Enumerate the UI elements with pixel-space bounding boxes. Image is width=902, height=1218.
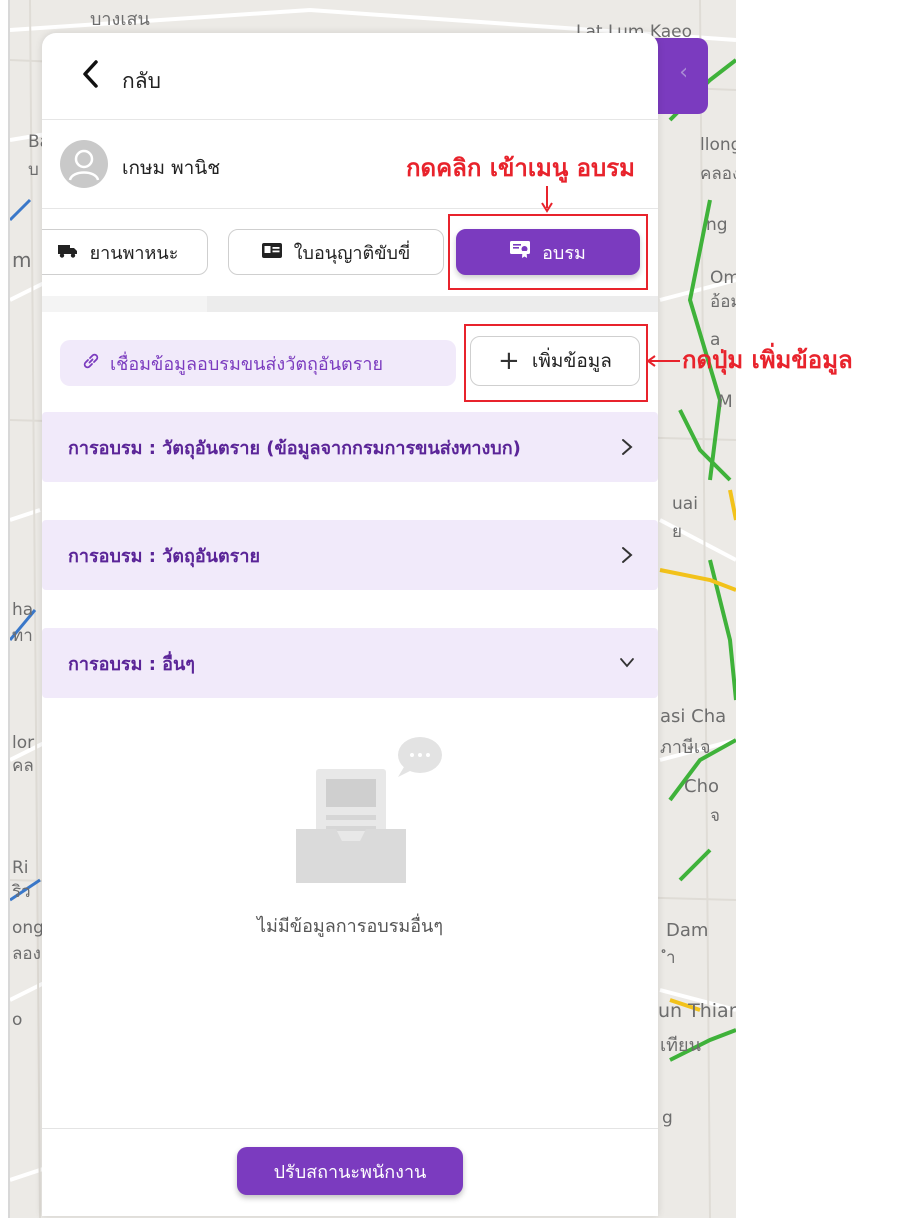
map-label: ำ — [666, 948, 676, 968]
user-icon — [68, 149, 100, 181]
map-label: m — [12, 248, 32, 272]
map-label: uai — [672, 494, 698, 514]
back-label[interactable]: กลับ — [122, 65, 161, 98]
map-label: บ — [28, 160, 39, 180]
back-chevron-icon[interactable] — [80, 59, 102, 89]
accordion-hazmat[interactable]: การอบรม : วัตถุอันตราย — [42, 520, 658, 590]
panel-header: กลับ — [42, 33, 658, 120]
accordion-other[interactable]: การอบรม : อื่นๆ — [42, 628, 658, 698]
map-label: คลอง — [700, 164, 736, 184]
map-label: asi Cha — [660, 706, 727, 727]
accordion-title: การอบรม : อื่นๆ — [68, 653, 195, 675]
chevron-right-icon — [622, 547, 633, 563]
map-label: o — [12, 1010, 23, 1030]
chevron-down-icon — [620, 658, 634, 668]
accordion-hazmat-dlt[interactable]: การอบรม : วัตถุอันตราย (ข้อมูลจากกรมการข… — [42, 412, 658, 482]
map-label: ภาษีเจ — [660, 737, 711, 758]
id-card-icon — [261, 242, 282, 263]
accordion-title: การอบรม : วัตถุอันตราย (ข้อมูลจากกรมการข… — [68, 437, 521, 459]
accordion-title: การอบรม : วัตถุอันตราย — [68, 545, 260, 567]
empty-inbox-icon — [296, 737, 442, 883]
annotation-highlight-training-tab — [448, 214, 648, 290]
map-label: จ — [710, 806, 720, 826]
link-icon — [82, 352, 100, 375]
map-label: คล — [12, 756, 34, 776]
annotation-arrow-left — [646, 355, 680, 367]
map-label: บางเสน — [90, 9, 150, 30]
map-label: ng — [706, 215, 728, 235]
map-label: ha — [12, 600, 34, 620]
map-label: llong — [700, 135, 736, 155]
update-employee-status-button[interactable]: ปรับสถานะพนักงาน — [237, 1147, 463, 1195]
training-panel: กลับ เกษม พานิช ยานพาหนะ ใบอนุญาติขับขี่ — [42, 33, 658, 1216]
map-label: un Thian — [658, 1000, 736, 1022]
tab-label: ยานพาหนะ — [89, 242, 179, 264]
chevron-right-icon — [622, 439, 633, 455]
map-label: M — [718, 392, 733, 412]
annotation-highlight-add-button — [464, 324, 648, 402]
map-label: อ้อม — [710, 292, 736, 312]
truck-icon — [57, 242, 78, 263]
map-label: ย — [672, 522, 682, 542]
link-label: เชื่อมข้อมูลอบรมขนส่งวัตถุอันตราย — [110, 353, 384, 375]
chevron-left-icon: ‹ — [679, 60, 688, 85]
empty-state-text: ไม่มีข้อมูลการอบรมอื่นๆ — [256, 916, 444, 937]
map-label: g — [662, 1108, 673, 1128]
map-label: Om — [710, 268, 736, 288]
annotation-arrow-down — [541, 186, 553, 213]
map-label: ong — [12, 918, 44, 938]
tab-scrollbar[interactable] — [42, 296, 658, 312]
tab-vehicle[interactable]: ยานพาหนะ — [42, 229, 208, 275]
tab-driver-license[interactable]: ใบอนุญาติขับขี่ — [228, 229, 444, 275]
tab-label: ใบอนุญาติขับขี่ — [293, 242, 411, 264]
annotation-click-training-menu: กดคลิก เข้าเมนู อบรม — [406, 154, 635, 182]
map-label: Cho — [684, 776, 719, 797]
scrollbar-thumb[interactable] — [42, 296, 207, 312]
map-label: ทา — [12, 626, 33, 646]
map-label: เทียน — [660, 1035, 701, 1056]
annotation-press-add-button: กดปุ่ม เพิ่มข้อมูล — [682, 346, 853, 374]
link-hazmat-training-button[interactable]: เชื่อมข้อมูลอบรมขนส่งวัตถุอันตราย — [60, 340, 456, 386]
avatar — [60, 140, 108, 188]
map-label: ริว — [12, 882, 31, 902]
map-label: ลอง — [12, 944, 41, 964]
map-label: Dam — [666, 920, 709, 941]
panel-footer: ปรับสถานะพนักงาน — [42, 1128, 658, 1216]
user-name: เกษม พานิช — [122, 157, 221, 179]
map-label: lor — [12, 733, 35, 753]
map-label: Ri — [12, 858, 29, 878]
